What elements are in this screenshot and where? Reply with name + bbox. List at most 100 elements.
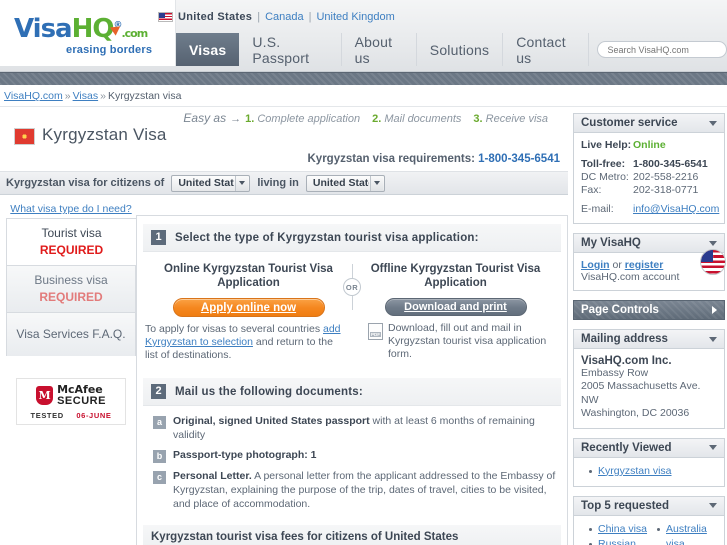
fax-label: Fax: (581, 184, 602, 196)
recently-viewed-body: Kyrgyzstan visa (573, 457, 725, 487)
main-navigation: Visas U.S. Passport About us Solutions C… (176, 33, 727, 66)
breadcrumb-home[interactable]: VisaHQ.com (4, 90, 63, 102)
recently-viewed-item-0[interactable]: Kyrgyzstan visa (598, 465, 672, 477)
visa-type-tabs: What visa type do I need? Tourist visa R… (6, 201, 136, 425)
chevron-down-icon-rv[interactable] (709, 445, 717, 451)
page-controls-header[interactable]: Page Controls (573, 300, 725, 320)
login-link[interactable]: Login (581, 259, 610, 271)
apply-online-now-button[interactable]: Apply online now (172, 297, 325, 317)
chevron-down-icon-ma[interactable] (709, 336, 717, 342)
live-help-row: Live Help: Online (581, 139, 717, 151)
top5-item-russian[interactable]: Russian visa (598, 538, 636, 545)
right-sidebar: Customer service Live Help: Online Toll-… (573, 113, 726, 545)
login-or-label: or (612, 259, 622, 271)
toll-free-row: Toll-free: 1-800-345-6541 (581, 158, 717, 170)
requirements-phone-row: Kyrgyzstan visa requirements: 1-800-345-… (0, 153, 568, 171)
email-link[interactable]: info@VisaHQ.com (633, 203, 719, 215)
mcafee-tested-label: TESTED (30, 411, 64, 420)
chevron-down-icon-cs[interactable] (709, 120, 717, 126)
widget-mailing-address: Mailing address VisaHQ.com Inc. Embassy … (573, 329, 725, 429)
nav-item-contact-us[interactable]: Contact us (503, 33, 589, 66)
section-1-header: 1 Select the type of Kyrgyzstan tourist … (143, 224, 561, 252)
easy-as-arrow-icon: → (230, 113, 242, 125)
or-line-top (351, 264, 353, 278)
online-application-title: Online Kyrgyzstan Tourist Visa Applicati… (164, 263, 333, 290)
chevron-down-icon-mv[interactable] (709, 240, 717, 246)
search-input[interactable] (596, 41, 727, 58)
recently-viewed-header[interactable]: Recently Viewed (573, 437, 725, 458)
online-application-option: Online Kyrgyzstan Tourist Visa Applicati… (145, 262, 352, 362)
easy-step-3-num: 3. (473, 113, 483, 125)
country-separator: | (257, 11, 261, 23)
download-and-print-button[interactable]: Download and print (384, 297, 527, 316)
live-help-status[interactable]: Online (633, 139, 666, 151)
document-item-a: a Original, signed United States passpor… (153, 415, 557, 442)
chevron-down-icon (235, 175, 249, 191)
page-title-row: Kyrgyzstan Visa (0, 125, 568, 155)
tab-business-visa[interactable]: Business visa REQUIRED (6, 265, 136, 312)
chevron-right-icon-pc[interactable] (712, 306, 717, 314)
section-1-number: 1 (151, 230, 166, 245)
mcafee-secure-badge[interactable]: M McAfee SECURE TESTED 06-JUNE (16, 378, 126, 425)
chevron-down-icon-t5[interactable] (709, 503, 717, 509)
main-column: Easy as → 1. Complete application 2. Mail d… (0, 107, 568, 545)
email-row: E-mail: info@VisaHQ.com (581, 203, 719, 215)
recently-viewed-list: Kyrgyzstan visa (581, 464, 717, 479)
residence-select[interactable]: United States (305, 174, 385, 192)
mcafee-secure-label: SECURE (57, 395, 106, 407)
tab-visa-services-faq[interactable]: Visa Services F.A.Q. (6, 312, 136, 356)
top5-item-china[interactable]: China visa (598, 523, 647, 535)
required-documents-list: a Original, signed United States passpor… (137, 406, 567, 511)
nav-item-us-passport[interactable]: U.S. Passport (239, 33, 342, 66)
mailing-address-header[interactable]: Mailing address (573, 329, 725, 349)
us-flag-icon (158, 12, 173, 22)
top5-body: China visa Russian visa Brazil visa Aust… (573, 515, 725, 545)
citizenship-select[interactable]: United States (171, 174, 251, 192)
nav-item-solutions[interactable]: Solutions (417, 33, 504, 66)
dc-metro-label: DC Metro: (581, 171, 629, 183)
breadcrumb-current: Kyrgyzstan visa (107, 90, 182, 102)
mailing-address-line-2: 2005 Massachusetts Ave. NW (581, 380, 701, 406)
nav-item-visas[interactable]: Visas (176, 33, 240, 66)
mailing-address-title: Mailing address (581, 333, 668, 345)
my-visahq-account-text: VisaHQ.com account (581, 271, 680, 283)
breadcrumb-visas[interactable]: Visas (73, 90, 99, 102)
tab-business-visa-status: REQUIRED (39, 290, 103, 304)
top5-title: Top 5 requested (581, 499, 669, 512)
document-item-b: b Passport-type photograph: 1 (153, 449, 557, 464)
mailing-address-line-3: Washington, DC 20036 (581, 407, 690, 420)
what-visa-type-link[interactable]: What visa type do I need? (6, 201, 136, 218)
offline-application-blurb: Download, fill out and mail in Kyrgyzsta… (388, 321, 547, 360)
tab-tourist-visa[interactable]: Tourist visa REQUIRED (6, 218, 136, 265)
page-title: Kyrgyzstan Visa (42, 125, 167, 144)
pdf-file-icon (368, 322, 383, 340)
customer-service-header[interactable]: Customer service (573, 113, 725, 133)
mailing-company-name: VisaHQ.com Inc. (581, 355, 672, 367)
list-item: Australia visa (657, 522, 717, 545)
requirements-phone-number[interactable]: 1-800-345-6541 (478, 153, 560, 165)
us-globe-flag-icon (700, 249, 726, 275)
chevron-down-icon-2 (369, 175, 383, 191)
logo-h-text: H (71, 14, 94, 44)
country-link-canada[interactable]: Canada (265, 11, 304, 23)
logo-panel[interactable]: VisaHQ®.com erasing borders (0, 0, 176, 66)
my-visahq-title: My VisaHQ (581, 237, 641, 249)
easy-step-3-text: Receive visa (485, 113, 548, 125)
top5-item-australia[interactable]: Australia visa (666, 523, 707, 545)
or-divider: OR (340, 264, 364, 310)
customer-service-title: Customer service (581, 117, 678, 129)
residence-select-value: United States (312, 177, 369, 189)
header-stripe-divider (0, 72, 727, 85)
country-link-uk[interactable]: United Kingdom (316, 11, 394, 23)
section-2-header: 2 Mail us the following documents: (143, 378, 561, 407)
tab-visa-services-faq-label: Visa Services F.A.Q. (16, 327, 126, 341)
top5-header[interactable]: Top 5 requested (573, 495, 725, 516)
online-application-blurb: To apply for visas to several countries … (145, 323, 352, 362)
nav-item-about-us[interactable]: About us (342, 33, 417, 66)
mcafee-shield-icon: M (36, 386, 54, 405)
document-letter-a: a (153, 416, 166, 430)
register-link[interactable]: register (625, 259, 664, 271)
widget-my-visahq: My VisaHQ Login or register VisaHQ.com a… (573, 233, 726, 291)
section-1-title: Select the type of Kyrgyzstan tourist vi… (175, 231, 479, 244)
online-blurb-before: To apply for visas to several countries (145, 322, 323, 335)
